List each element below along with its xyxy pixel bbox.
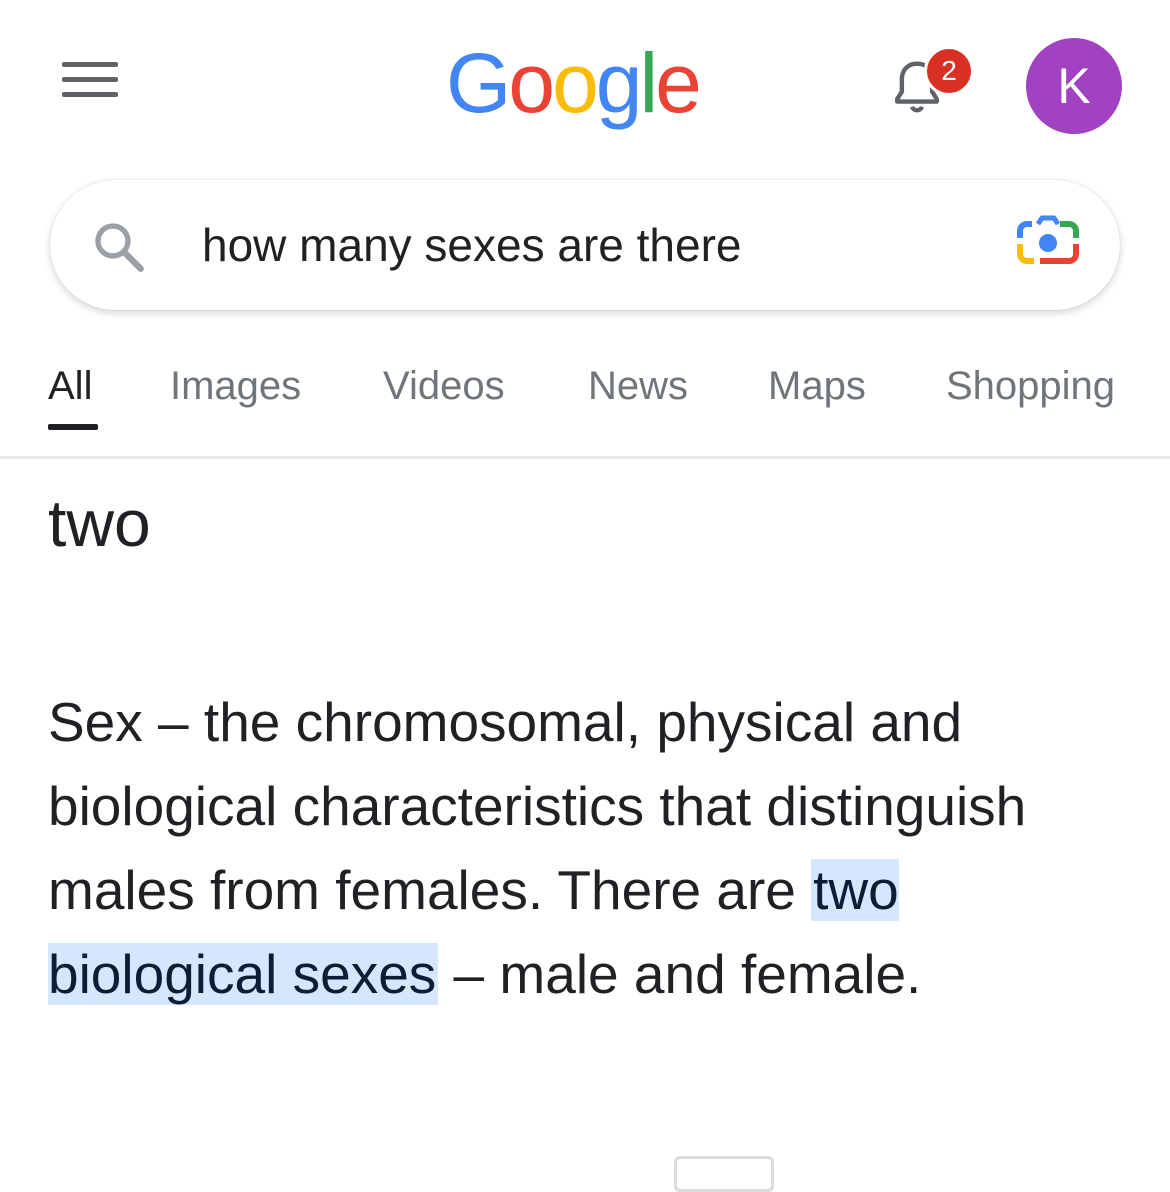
partial-element (674, 1156, 774, 1192)
google-lens-camera-icon[interactable] (1016, 214, 1080, 272)
notification-count-badge: 2 (924, 46, 974, 96)
tab-images[interactable]: Images (170, 360, 301, 412)
search-box[interactable]: how many sexes are there (50, 180, 1120, 310)
google-logo[interactable]: Google (446, 28, 702, 138)
logo-letter: o (552, 36, 599, 130)
snippet-text-end: – male and female. (438, 943, 922, 1005)
featured-answer: two (48, 486, 151, 560)
top-bar: Google 2 K (0, 0, 1170, 170)
search-icon[interactable] (90, 218, 148, 276)
account-avatar[interactable]: K (1026, 38, 1122, 134)
menu-line (62, 92, 118, 97)
logo-letter: o (508, 36, 555, 130)
featured-snippet: Sex – the chromosomal, physical and biol… (48, 680, 1128, 1016)
logo-letter: G (446, 36, 511, 130)
tab-maps[interactable]: Maps (768, 360, 866, 412)
hamburger-menu-icon[interactable] (56, 56, 124, 106)
logo-letter: l (639, 36, 659, 130)
tab-all[interactable]: All (48, 360, 92, 412)
tab-news[interactable]: News (588, 360, 688, 412)
active-tab-indicator (48, 424, 98, 430)
menu-line (62, 62, 118, 67)
tab-videos[interactable]: Videos (383, 360, 505, 412)
logo-letter: e (655, 36, 702, 130)
tab-shopping[interactable]: Shopping (946, 360, 1115, 412)
search-input[interactable]: how many sexes are there (202, 218, 742, 272)
logo-letter: g (595, 36, 643, 130)
notifications-button[interactable]: 2 (884, 44, 974, 124)
menu-line (62, 77, 118, 82)
search-tabs: All Images Videos News Maps Shopping (0, 330, 1170, 459)
